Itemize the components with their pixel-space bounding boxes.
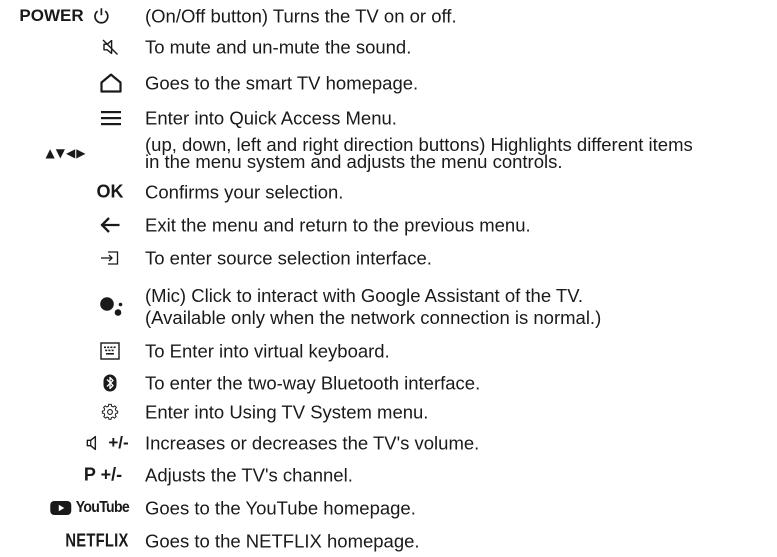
- youtube-wordmark: YouTube: [75, 499, 130, 516]
- desc-line: Enter into Using TV System menu.: [145, 401, 429, 423]
- power-key: POWER: [19, 6, 110, 26]
- assistant-desc: (Mic) Click to interact with Google Assi…: [145, 285, 601, 329]
- desc-line: in the menu system and adjusts the menu …: [145, 151, 563, 172]
- channel-key: P +/-: [84, 465, 122, 486]
- desc-line: Confirms your selection.: [145, 181, 344, 203]
- desc-line: Enter into Quick Access Menu.: [145, 107, 397, 129]
- power-key-label: POWER: [19, 6, 84, 25]
- netflix-key: NETFLIX: [58, 531, 135, 552]
- mute-desc: To mute and un-mute the sound.: [145, 38, 411, 57]
- volume-key: +/-: [85, 433, 129, 453]
- desc-line: To enter source selection interface.: [145, 247, 432, 269]
- desc-line: Goes to the YouTube homepage.: [145, 497, 416, 519]
- netflix-desc: Goes to the NETFLIX homepage.: [145, 532, 420, 551]
- keyboard-icon: [100, 342, 120, 360]
- direction-key-label: ▲▼◀▶: [45, 146, 87, 160]
- home-icon: [100, 73, 122, 93]
- channel-key-label: P +/-: [83, 464, 123, 485]
- home-desc: Goes to the smart TV homepage.: [145, 74, 418, 93]
- gear-icon: [101, 403, 119, 421]
- youtube-key: YouTube: [50, 499, 130, 517]
- mute-icon: [101, 38, 119, 56]
- ok-key-label: OK: [96, 181, 124, 202]
- keyboard-desc: To Enter into virtual keyboard.: [145, 342, 390, 361]
- back-arrow-icon: [99, 216, 121, 234]
- desc-line: Increases or decreases the TV's volume.: [145, 432, 480, 454]
- desc-line: (Available only when the network connect…: [145, 307, 602, 328]
- netflix-wordmark: NETFLIX: [65, 530, 129, 551]
- direction-desc: (up, down, left and right direction butt…: [145, 135, 693, 172]
- ok-key: OK: [97, 182, 124, 203]
- desc-line: To mute and un-mute the sound.: [145, 36, 412, 58]
- desc-line: To Enter into virtual keyboard.: [145, 340, 390, 362]
- google-assistant-icon: [99, 295, 125, 319]
- menu-desc: Enter into Quick Access Menu.: [145, 109, 397, 128]
- youtube-desc: Goes to the YouTube homepage.: [145, 499, 416, 518]
- bluetooth-desc: To enter the two-way Bluetooth interface…: [145, 374, 480, 393]
- power-icon: [93, 7, 111, 25]
- power-desc: (On/Off button) Turns the TV on or off.: [145, 7, 457, 26]
- source-input-icon: [99, 249, 121, 267]
- desc-line: Goes to the smart TV homepage.: [145, 72, 419, 94]
- desc-line: Goes to the NETFLIX homepage.: [145, 530, 420, 552]
- source-desc: To enter source selection interface.: [145, 249, 432, 268]
- desc-line: (On/Off button) Turns the TV on or off.: [145, 5, 457, 27]
- direction-arrows-icon: ▲▼◀▶: [46, 146, 87, 160]
- channel-desc: Adjusts the TV's channel.: [145, 466, 353, 485]
- desc-line: (Mic) Click to interact with Google Assi…: [145, 285, 584, 306]
- volume-desc: Increases or decreases the TV's volume.: [145, 434, 479, 453]
- desc-line: To enter the two-way Bluetooth interface…: [145, 372, 481, 394]
- bluetooth-icon: [103, 374, 117, 392]
- desc-line: Adjusts the TV's channel.: [145, 464, 353, 486]
- volume-key-label: +/-: [108, 433, 129, 452]
- settings-desc: Enter into Using TV System menu.: [145, 403, 428, 422]
- desc-line: Exit the menu and return to the previous…: [145, 214, 531, 236]
- ok-desc: Confirms your selection.: [145, 183, 343, 202]
- back-desc: Exit the menu and return to the previous…: [145, 216, 531, 235]
- menu-icon: [100, 109, 122, 127]
- youtube-play-icon: [50, 500, 72, 516]
- speaker-icon: [85, 434, 101, 452]
